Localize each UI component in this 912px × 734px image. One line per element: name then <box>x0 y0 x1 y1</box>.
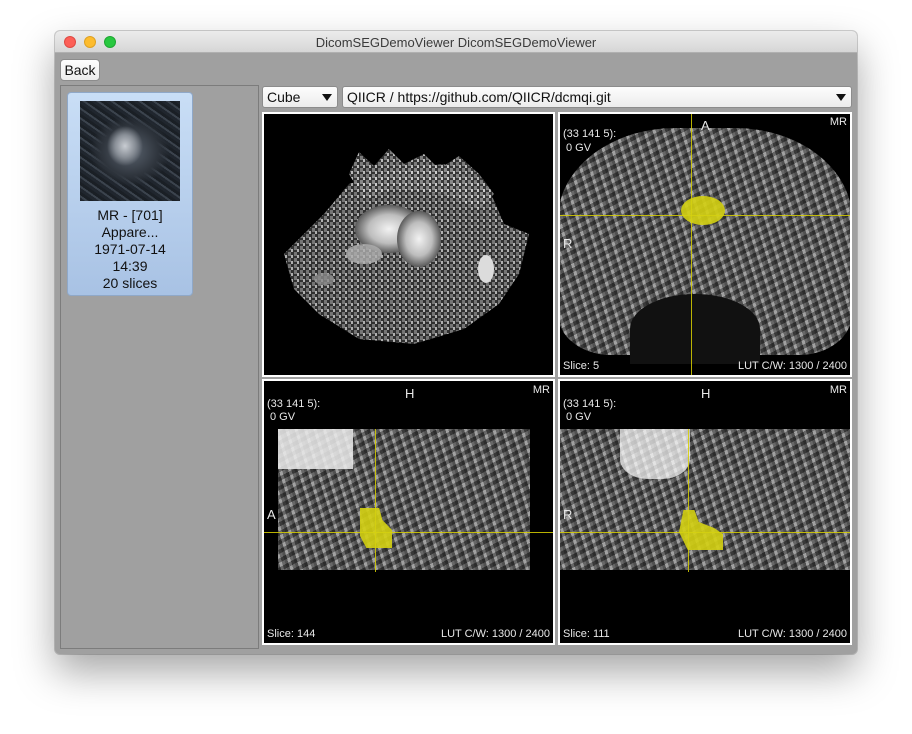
window-title: DicomSEGDemoViewer DicomSEGDemoViewer <box>315 35 597 50</box>
series-description: Appare... <box>101 224 159 240</box>
chevron-down-icon <box>836 94 846 101</box>
series-thumbnail <box>80 101 180 201</box>
lut-label: LUT C/W: 1300 / 2400 <box>440 628 550 640</box>
orientation-left-label: R <box>563 507 573 522</box>
series-slice-count: 20 slices <box>102 275 158 291</box>
modality-label: MR <box>829 384 847 396</box>
cursor-value: 0 GV <box>566 142 592 154</box>
volume-rendering-image <box>284 149 529 344</box>
lut-label: LUT C/W: 1300 / 2400 <box>737 360 847 372</box>
source-url-value: QIICR / https://github.com/QIICR/dcmqi.g… <box>347 89 611 105</box>
volume-3d-view[interactable] <box>262 112 555 377</box>
render-mode-select[interactable]: Cube <box>262 86 338 108</box>
orientation-top-label: H <box>701 386 711 401</box>
modality-label: MR <box>532 384 550 396</box>
orientation-left-label: R <box>563 236 573 251</box>
axial-view[interactable]: (33 141 5): 0 GV MR A R Slice: 5 LUT C/W… <box>558 112 852 377</box>
slice-label: Slice: 111 <box>563 628 610 640</box>
cursor-value: 0 GV <box>566 411 592 423</box>
crosshair-horizontal <box>264 532 553 533</box>
crosshair-vertical <box>691 114 692 375</box>
segmentation-overlay <box>681 196 725 225</box>
orientation-top-label: H <box>405 386 415 401</box>
series-card[interactable]: MR - [701] Appare... 1971-07-14 14:39 20… <box>67 92 193 296</box>
series-sidebar: MR - [701] Appare... 1971-07-14 14:39 20… <box>60 85 259 649</box>
series-modality: MR - [701] <box>97 207 163 223</box>
slice-label: Slice: 144 <box>267 628 316 640</box>
source-select[interactable]: QIICR / https://github.com/QIICR/dcmqi.g… <box>342 86 852 108</box>
cursor-coords: (33 141 5): <box>267 398 321 410</box>
cursor-coords: (33 141 5): <box>563 128 617 140</box>
crosshair-vertical <box>688 429 689 572</box>
coronal-bright-region <box>620 429 690 479</box>
sagittal-view[interactable]: (33 141 5): 0 GV MR H A Slice: 144 LUT C… <box>262 379 555 645</box>
series-time: 14:39 <box>112 258 148 274</box>
orientation-left-label: A <box>267 507 276 522</box>
series-date: 1971-07-14 <box>94 241 166 257</box>
chevron-down-icon <box>322 94 332 101</box>
render-mode-value: Cube <box>267 89 301 105</box>
sagittal-bright-region <box>278 429 353 469</box>
lut-label: LUT C/W: 1300 / 2400 <box>737 628 847 640</box>
app-window: DicomSEGDemoViewer DicomSEGDemoViewer Ba… <box>55 31 857 654</box>
axial-dark-region <box>630 294 760 364</box>
crosshair-vertical <box>375 429 376 572</box>
cursor-value: 0 GV <box>270 411 296 423</box>
coronal-view[interactable]: (33 141 5): 0 GV MR H R Slice: 111 LUT C… <box>558 379 852 645</box>
orientation-top-label: A <box>701 118 710 133</box>
modality-label: MR <box>829 116 847 128</box>
back-button[interactable]: Back <box>60 59 100 81</box>
slice-label: Slice: 5 <box>563 360 600 372</box>
cursor-coords: (33 141 5): <box>563 398 617 410</box>
title-bar[interactable]: DicomSEGDemoViewer DicomSEGDemoViewer <box>55 31 857 53</box>
